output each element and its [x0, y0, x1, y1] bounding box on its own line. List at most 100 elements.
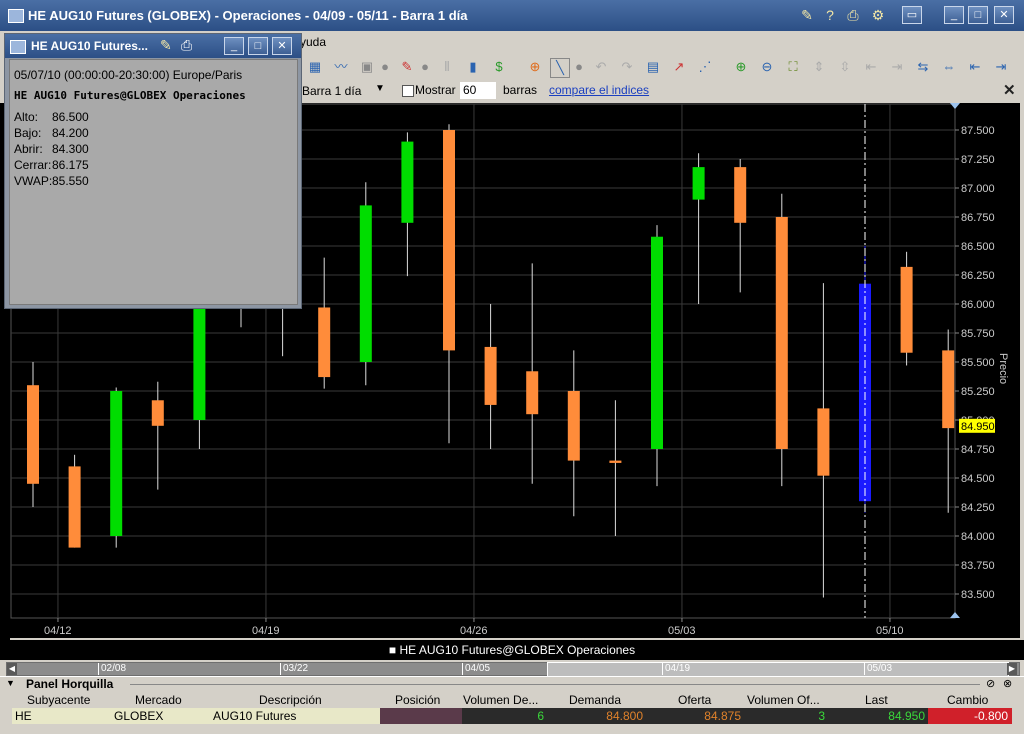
scroll-right-icon[interactable]: ⇥: [888, 58, 906, 76]
draw-rect-icon[interactable]: ▣: [358, 58, 376, 76]
bar-info-popup[interactable]: HE AUG10 Futures... ✎ ⎙ _ □ ✕ 05/07/10 (…: [4, 33, 302, 309]
trendline-icon[interactable]: ╲: [550, 58, 570, 78]
print-icon[interactable]: ⎙: [843, 6, 863, 24]
scroll-right-arrow-icon[interactable]: ▶: [1007, 663, 1017, 675]
restore-small-button[interactable]: ▭: [902, 6, 922, 24]
col-ask[interactable]: Oferta: [678, 693, 711, 707]
candle-body: [567, 391, 580, 461]
cell-underlying: HE: [15, 709, 32, 723]
cell-ask-volume: 3: [818, 709, 825, 723]
candle-body: [359, 205, 372, 362]
candle-body: [692, 167, 705, 200]
timeline-scrollbar[interactable]: ◀ 02/08 03/22 04/05 04/19 05/03 ▶: [6, 662, 1020, 677]
col-ask-volume[interactable]: Volumen Of...: [747, 693, 820, 707]
pencil-icon[interactable]: ✎: [398, 58, 416, 76]
panel-settings-icon[interactable]: ⊘: [986, 677, 995, 690]
popup-close-button[interactable]: ✕: [272, 37, 292, 55]
x-tick-label: 04/26: [460, 625, 488, 637]
table-row[interactable]: HE GLOBEX AUG10 Futures 6 84.800 84.875 …: [12, 708, 1012, 724]
popup-titlebar[interactable]: HE AUG10 Futures... ✎ ⎙ _ □ ✕: [5, 34, 301, 58]
chevron-down-icon: ▼: [375, 83, 385, 94]
popup-minimize-button[interactable]: _: [224, 37, 244, 55]
collapse-icon[interactable]: ▼: [6, 678, 15, 688]
row-info-bg: [12, 708, 380, 724]
shrink-vertical-icon[interactable]: ⇳: [836, 58, 854, 76]
minimize-button[interactable]: _: [944, 6, 964, 24]
candle-body: [609, 460, 622, 463]
window-titlebar[interactable]: HE AUG10 Futures (GLOBEX) - Operaciones …: [0, 0, 1024, 32]
scroll-left-arrow-icon[interactable]: ◀: [7, 663, 17, 675]
zoom-out-icon[interactable]: ⊖: [758, 58, 776, 76]
col-description[interactable]: Descripción: [259, 693, 322, 707]
timeline-thumb[interactable]: [547, 662, 1009, 677]
maximize-button[interactable]: □: [968, 6, 988, 24]
chart-legend: ■ HE AUG10 Futures@GLOBEX Operaciones: [0, 640, 1024, 660]
go-end-icon[interactable]: ⇥: [992, 58, 1010, 76]
y-tick-label: 84.250: [961, 502, 995, 514]
help-icon[interactable]: ?: [820, 6, 840, 24]
cell-market: GLOBEX: [114, 709, 164, 723]
compare-indices-link[interactable]: compare el indices: [549, 83, 649, 97]
fibonacci-icon[interactable]: ⋰: [696, 58, 714, 76]
popup-field-value: 84.200: [52, 126, 89, 140]
bar-period-select[interactable]: Barra 1 día ▼: [300, 82, 390, 100]
option-icon-3[interactable]: ●: [570, 58, 588, 76]
panel-close-icon[interactable]: ⊗: [1003, 677, 1012, 690]
popup-field-value: 86.500: [52, 110, 89, 124]
col-bid-volume[interactable]: Volumen De...: [463, 693, 538, 707]
bars-count-input[interactable]: 60: [460, 82, 496, 99]
crosshair-icon[interactable]: ⊕: [526, 58, 544, 76]
candle-body: [651, 236, 663, 449]
chart-type-icon[interactable]: ▦: [306, 58, 324, 76]
tools-icon[interactable]: ⚙: [868, 6, 888, 24]
scroll-left-icon[interactable]: ⇤: [862, 58, 880, 76]
pin-icon[interactable]: ✎: [797, 6, 817, 24]
expand-icon[interactable]: ⇔: [940, 58, 958, 76]
line-chart-icon[interactable]: 〰: [332, 58, 350, 76]
show-checkbox[interactable]: [402, 85, 414, 97]
timeline-label: 02/08: [98, 663, 126, 675]
x-tick-label: 04/19: [252, 625, 280, 637]
go-start-icon[interactable]: ⇤: [966, 58, 984, 76]
expand-vertical-icon[interactable]: ⇕: [810, 58, 828, 76]
popup-field-label: Bajo:: [14, 126, 42, 140]
volume-icon[interactable]: ▮: [464, 58, 482, 76]
menu-help[interactable]: yuda: [300, 35, 326, 49]
table-header: Subyacente Mercado Descripción Posición …: [0, 692, 1024, 708]
zoom-in-icon[interactable]: ⊕: [732, 58, 750, 76]
x-tick-label: 04/12: [44, 625, 72, 637]
dollar-icon[interactable]: $: [490, 58, 508, 76]
option-icon-2[interactable]: ●: [416, 58, 434, 76]
undo-icon[interactable]: ↶: [592, 58, 610, 76]
cell-bid-volume: 6: [537, 709, 544, 723]
compress-icon[interactable]: ⇆: [914, 58, 932, 76]
window-title: HE AUG10 Futures (GLOBEX) - Operaciones …: [28, 8, 468, 23]
popup-maximize-button[interactable]: □: [248, 37, 268, 55]
option-icon[interactable]: ●: [376, 58, 394, 76]
close-chart-icon[interactable]: ✕: [1003, 81, 1016, 99]
x-tick-label: 05/10: [876, 625, 904, 637]
popup-field-label: VWAP:: [14, 174, 53, 188]
close-button[interactable]: ✕: [994, 6, 1014, 24]
candle-body: [443, 130, 455, 351]
y-tick-label: 87.000: [961, 183, 995, 195]
fit-icon[interactable]: ⛶: [784, 58, 802, 76]
y-axis-label: Precio: [997, 353, 1009, 384]
candle-body: [401, 141, 414, 223]
col-underlying[interactable]: Subyacente: [27, 693, 90, 707]
candle-body: [734, 167, 747, 223]
bars-icon[interactable]: ⦀: [438, 58, 456, 76]
candle-body: [27, 385, 39, 484]
popup-print-icon[interactable]: ⎙: [181, 37, 192, 54]
col-bid[interactable]: Demanda: [569, 693, 621, 707]
study-icon[interactable]: ↗: [670, 58, 688, 76]
layout-icon[interactable]: ▤: [644, 58, 662, 76]
col-market[interactable]: Mercado: [135, 693, 182, 707]
col-position[interactable]: Posición: [395, 693, 440, 707]
col-last[interactable]: Last: [865, 693, 888, 707]
candle-body: [318, 307, 331, 378]
redo-icon[interactable]: ↷: [618, 58, 636, 76]
popup-pin-icon[interactable]: ✎: [160, 37, 172, 54]
cell-change: -0.800: [973, 709, 1008, 723]
col-change[interactable]: Cambio: [947, 693, 988, 707]
